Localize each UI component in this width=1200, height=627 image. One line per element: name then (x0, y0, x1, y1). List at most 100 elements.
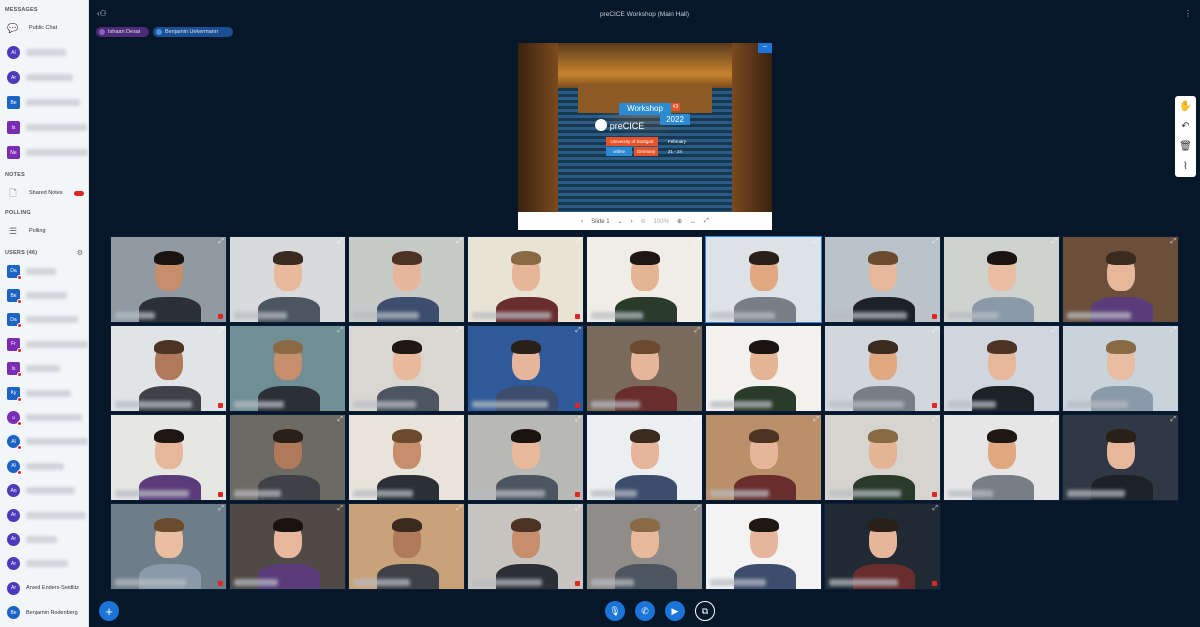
fullscreen-icon[interactable]: ⤢ (813, 327, 819, 335)
chat-item[interactable]: Be (0, 90, 88, 115)
fullscreen-icon[interactable]: ⤢ (337, 416, 343, 424)
screen-share-button[interactable]: ⧉ (695, 601, 715, 621)
user-item[interactable]: Be (0, 283, 88, 307)
zoom-in-button[interactable]: ⊕ (677, 218, 682, 225)
fullscreen-button[interactable]: ⤢ (704, 218, 709, 225)
trash-icon[interactable]: 🗑 (1179, 141, 1192, 152)
participant-video-tile[interactable]: ⤢ (467, 325, 584, 412)
fullscreen-icon[interactable]: ⤢ (813, 416, 819, 424)
participant-video-tile[interactable]: ⤢ (110, 325, 227, 412)
chat-item[interactable]: Ne (0, 140, 88, 165)
undo-icon[interactable]: ↶ (1181, 121, 1189, 132)
fullscreen-icon[interactable]: ⤢ (337, 238, 343, 246)
fullscreen-icon[interactable]: ⤢ (456, 505, 462, 513)
user-item[interactable]: An (0, 479, 88, 503)
multi-user-icon[interactable]: ⌇ (1183, 161, 1188, 172)
fullscreen-icon[interactable]: ⤢ (337, 327, 343, 335)
fullscreen-icon[interactable]: ⤢ (932, 327, 938, 335)
fullscreen-icon[interactable]: ⤢ (456, 416, 462, 424)
fullscreen-icon[interactable]: ⤢ (218, 416, 224, 424)
fullscreen-icon[interactable]: ⤢ (694, 238, 700, 246)
chat-item[interactable]: Ar (0, 65, 88, 90)
fullscreen-icon[interactable]: ⤢ (694, 416, 700, 424)
fullscreen-icon[interactable]: ⤢ (694, 505, 700, 513)
user-item[interactable]: Ar (0, 503, 88, 527)
participant-video-tile[interactable]: ⤢ (348, 236, 465, 323)
participant-video-tile[interactable]: ⤢ (943, 325, 1060, 412)
camera-button[interactable]: ▶ (665, 601, 685, 621)
participant-video-tile[interactable]: ⤢ (705, 414, 822, 501)
user-item[interactable]: Be Benjamin Rodenberg (0, 600, 88, 624)
fit-width-button[interactable]: ↔ (690, 219, 696, 225)
public-chat-item[interactable]: 💬 Public Chat (0, 16, 88, 40)
actions-plus-button[interactable]: + (99, 601, 119, 621)
user-item[interactable]: Ar (0, 552, 88, 576)
participant-video-tile[interactable]: ⤢ (824, 325, 941, 412)
fullscreen-icon[interactable]: ⤢ (218, 238, 224, 246)
fullscreen-icon[interactable]: ⤢ (1170, 238, 1176, 246)
fullscreen-icon[interactable]: ⤢ (932, 416, 938, 424)
fullscreen-icon[interactable]: ⤢ (1170, 327, 1176, 335)
shared-notes-item[interactable]: 🗋 Shared Notes (0, 181, 88, 205)
user-item[interactable]: Al (0, 454, 88, 478)
participant-video-tile[interactable]: ⤢ (229, 236, 346, 323)
talker-badge[interactable]: Ishaan Desai (96, 27, 149, 37)
participant-video-tile[interactable]: ⤢ (824, 414, 941, 501)
user-item[interactable]: Al (0, 430, 88, 454)
participant-video-tile[interactable]: ⤢ (705, 503, 822, 590)
options-menu-icon[interactable]: ⋮ (1184, 9, 1192, 18)
fullscreen-icon[interactable]: ⤢ (1051, 327, 1057, 335)
fullscreen-icon[interactable]: ⤢ (337, 505, 343, 513)
participant-video-tile[interactable]: ⤢ (586, 414, 703, 501)
talker-badge[interactable]: Benjamin Uekermann (153, 27, 233, 37)
prev-slide-button[interactable]: ‹ (581, 219, 583, 225)
fullscreen-icon[interactable]: ⤢ (1051, 238, 1057, 246)
participant-video-tile[interactable]: ⤢ (586, 325, 703, 412)
user-item[interactable]: Ky (0, 381, 88, 405)
fullscreen-icon[interactable]: ⤢ (694, 327, 700, 335)
participant-video-tile[interactable]: ⤢ (1062, 325, 1179, 412)
user-item[interactable]: ☺ (0, 405, 88, 429)
participant-video-tile[interactable]: ⤢ (705, 325, 822, 412)
participant-video-tile[interactable]: ⤢ (348, 503, 465, 590)
fullscreen-icon[interactable]: ⤢ (1051, 416, 1057, 424)
participant-video-tile[interactable]: ⤢ (824, 503, 941, 590)
participant-video-tile[interactable]: ⤢ (110, 414, 227, 501)
participant-video-tile[interactable]: ⤢ (110, 503, 227, 590)
user-item[interactable]: Ar Arved Enders-Seidlitz (0, 576, 88, 600)
user-item[interactable]: Ar (0, 527, 88, 551)
participant-video-tile[interactable]: ⤢ (824, 236, 941, 323)
fullscreen-icon[interactable]: ⤢ (218, 505, 224, 513)
user-item[interactable]: Is (0, 357, 88, 381)
participant-video-tile[interactable]: ⤢ (1062, 236, 1179, 323)
next-slide-button[interactable]: › (631, 219, 633, 225)
participant-video-tile[interactable]: ⤢ (229, 325, 346, 412)
fullscreen-icon[interactable]: ⤢ (456, 238, 462, 246)
fullscreen-icon[interactable]: ⤢ (575, 238, 581, 246)
fullscreen-icon[interactable]: ⤢ (932, 238, 938, 246)
fullscreen-icon[interactable]: ⤢ (575, 505, 581, 513)
zoom-out-button[interactable]: ⊖ (641, 218, 646, 225)
participant-video-tile[interactable]: ⤢ (1062, 414, 1179, 501)
slide-select[interactable]: Slide 1 (591, 219, 609, 225)
participant-video-tile[interactable]: ⤢ (586, 503, 703, 590)
participant-video-tile[interactable]: ⤢ (229, 503, 346, 590)
fullscreen-icon[interactable]: ⤢ (932, 505, 938, 513)
hand-tool-icon[interactable]: ✋ (1179, 101, 1191, 112)
participant-video-tile[interactable]: ⤢ (467, 503, 584, 590)
participant-video-tile[interactable]: ⤢ (586, 236, 703, 323)
phone-audio-button[interactable]: ✆ (635, 601, 655, 621)
fullscreen-icon[interactable]: ⤢ (575, 416, 581, 424)
participant-video-tile[interactable]: ⤢ (943, 414, 1060, 501)
user-item[interactable]: Da (0, 308, 88, 332)
minimize-presentation-button[interactable]: – (758, 43, 772, 53)
chat-item[interactable]: Is (0, 115, 88, 140)
fullscreen-icon[interactable]: ⤢ (813, 505, 819, 513)
participant-video-tile[interactable]: ⤢ (467, 236, 584, 323)
microphone-button[interactable]: 🎙 (605, 601, 625, 621)
participant-video-tile[interactable]: ⤢ (467, 414, 584, 501)
gear-icon[interactable]: ⚙ (77, 249, 83, 257)
participant-video-tile[interactable]: ⤢ (348, 325, 465, 412)
fullscreen-icon[interactable]: ⤢ (1170, 416, 1176, 424)
participant-video-tile[interactable]: ⤢ (705, 236, 822, 323)
